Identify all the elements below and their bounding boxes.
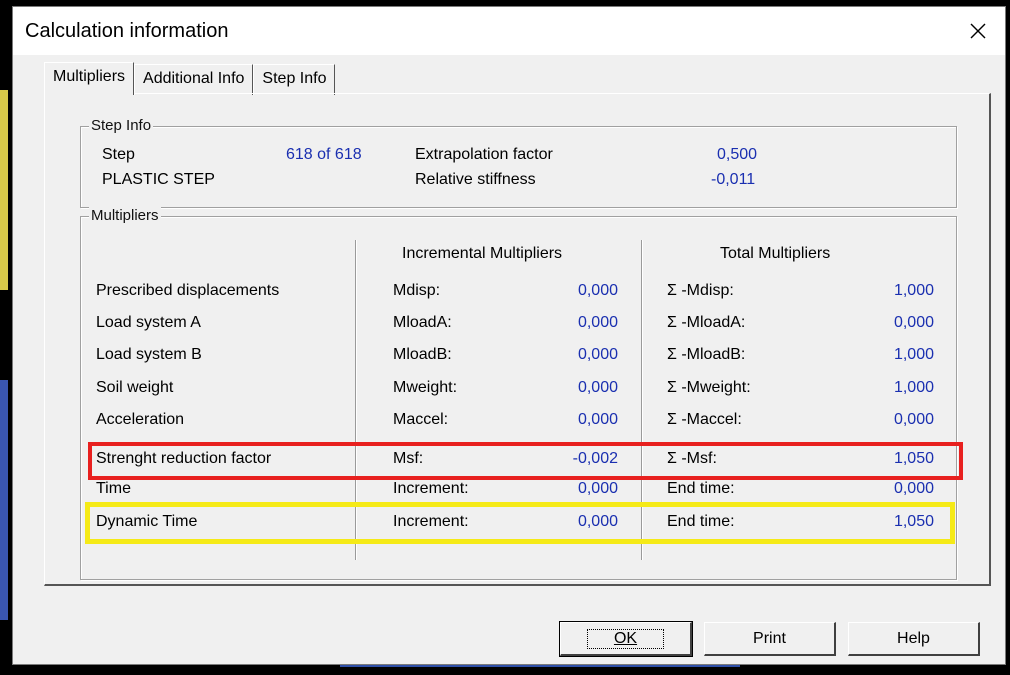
print-button[interactable]: Print xyxy=(704,622,836,656)
row-inc-name: Mdisp: xyxy=(393,282,441,299)
highlight-strength-reduction xyxy=(88,442,963,480)
row-inc-name: Increment: xyxy=(393,480,469,497)
row-tot-value: 0,000 xyxy=(893,480,934,497)
background-yellow-strip xyxy=(0,90,8,290)
row-label: Prescribed displacements xyxy=(96,282,280,299)
tab-multipliers[interactable]: Multipliers xyxy=(44,62,135,95)
row-tot-value: 1,000 xyxy=(893,282,934,299)
extrapolation-value: 0,500 xyxy=(717,146,758,163)
row-tot-name: Σ -Maccel: xyxy=(667,411,742,428)
row-tot-name: Σ -Mdisp: xyxy=(667,282,734,299)
incremental-header: Incremental Multipliers xyxy=(402,245,563,262)
row-inc-name: MloadB: xyxy=(393,346,452,363)
row-tot-name: End time: xyxy=(667,480,735,497)
ok-button[interactable]: OK xyxy=(559,621,693,657)
close-icon xyxy=(970,23,986,39)
row-tot-name: Σ -Mweight: xyxy=(667,379,751,396)
row-label: Load system A xyxy=(96,314,201,331)
help-button[interactable]: Help xyxy=(848,622,980,656)
background-blue-strip xyxy=(0,380,8,620)
tab-additional-info[interactable]: Additional Info xyxy=(134,64,254,95)
row-inc-name: MloadA: xyxy=(393,314,452,331)
row-inc-value: 0,000 xyxy=(577,411,618,428)
row-label: Soil weight xyxy=(96,379,174,396)
row-tot-value: 1,000 xyxy=(893,346,934,363)
stiffness-value: -0,011 xyxy=(711,171,756,188)
total-header: Total Multipliers xyxy=(720,245,831,262)
row-tot-name: Σ -MloadA: xyxy=(667,314,746,331)
row-tot-value: 0,000 xyxy=(893,411,934,428)
row-inc-value: 0,000 xyxy=(577,379,618,396)
stiffness-label: Relative stiffness xyxy=(415,171,536,188)
row-inc-value: 0,000 xyxy=(577,480,618,497)
row-inc-value: 0,000 xyxy=(577,282,618,299)
row-inc-value: 0,000 xyxy=(577,314,618,331)
row-label: Time xyxy=(96,480,131,497)
step-info-group: Step Info xyxy=(80,117,957,208)
help-button-label: Help xyxy=(897,629,930,647)
row-label: Acceleration xyxy=(96,411,185,428)
step-label: Step xyxy=(102,146,135,163)
row-label: Load system B xyxy=(96,346,202,363)
close-button[interactable] xyxy=(957,11,999,51)
step-value: 618 of 618 xyxy=(286,146,362,163)
step-info-legend: Step Info xyxy=(89,117,154,134)
row-tot-value: 1,000 xyxy=(893,379,934,396)
highlight-dynamic-time xyxy=(85,502,955,544)
row-tot-name: Σ -MloadB: xyxy=(667,346,746,363)
row-inc-name: Maccel: xyxy=(393,411,449,428)
tab-step-info[interactable]: Step Info xyxy=(253,64,336,95)
ok-button-label: OK xyxy=(613,629,638,647)
step-type: PLASTIC STEP xyxy=(102,171,215,188)
row-tot-value: 0,000 xyxy=(893,314,934,331)
extrapolation-label: Extrapolation factor xyxy=(415,146,553,163)
row-inc-name: Mweight: xyxy=(393,379,458,396)
tab-strip: Multipliers Additional Info Step Info xyxy=(44,62,336,95)
row-inc-value: 0,000 xyxy=(577,346,618,363)
window-title: Calculation information xyxy=(25,20,229,42)
multipliers-legend: Multipliers xyxy=(89,207,161,224)
print-button-label: Print xyxy=(753,629,786,647)
title-bar: Calculation information xyxy=(13,7,1005,55)
